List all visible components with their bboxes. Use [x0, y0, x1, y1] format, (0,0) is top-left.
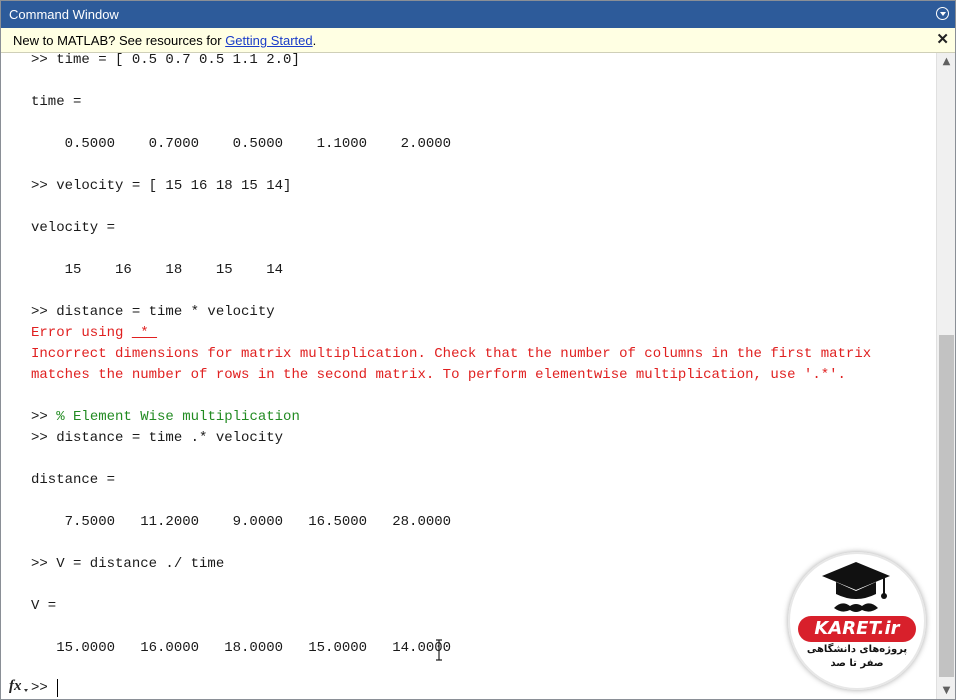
- console-line-output: time =: [31, 94, 82, 110]
- console-line-output: velocity =: [31, 220, 116, 236]
- watermark-tagline-2: صفر تا صد: [830, 658, 884, 669]
- function-browser-arrow-icon: [24, 689, 28, 692]
- error-source-link[interactable]: *: [132, 325, 157, 341]
- console-line-output: 0.5000 0.7000 0.5000 1.1000 2.0000: [31, 136, 452, 152]
- comment-text: % Element Wise multiplication: [56, 409, 300, 425]
- vertical-scrollbar[interactable]: ▲ ▼: [936, 53, 955, 699]
- text-caret: [57, 679, 58, 697]
- console-line-input: >> V = distance ./ time: [31, 556, 225, 572]
- graduation-cap-icon: [822, 562, 890, 612]
- console-lines: >> time = [ 0.5 0.7 0.5 1.1 2.0] time = 0…: [31, 53, 871, 659]
- banner-suffix: .: [312, 33, 317, 48]
- panel-actions-icon[interactable]: [936, 7, 949, 20]
- command-window: Command Window New to MATLAB? See resour…: [0, 0, 956, 700]
- console-line-output: distance =: [31, 472, 116, 488]
- command-prompt-row[interactable]: fx >>: [1, 677, 936, 699]
- scrollbar-thumb[interactable]: [939, 335, 954, 677]
- getting-started-link[interactable]: Getting Started: [225, 33, 312, 48]
- prompt-prefix: >>: [31, 409, 57, 425]
- console-line-input: >> time = [ 0.5 0.7 0.5 1.1 2.0]: [31, 53, 300, 68]
- console-line-error: Incorrect dimensions for matrix multipli…: [31, 346, 872, 362]
- console-line-comment: >> % Element Wise multiplication: [31, 407, 871, 428]
- scroll-down-icon[interactable]: ▼: [941, 685, 952, 696]
- console-line-input: >> distance = time .* velocity: [31, 430, 284, 446]
- function-browser-icon[interactable]: fx: [9, 678, 22, 695]
- close-banner-icon[interactable]: ✕: [936, 30, 949, 48]
- getting-started-banner: New to MATLAB? See resources for Getting…: [1, 28, 955, 53]
- console-line-output: 15.0000 16.0000 18.0000 15.0000 14.0000: [31, 640, 452, 656]
- prompt-symbol: >>: [31, 680, 48, 696]
- watermark-brand: KARET.ir: [798, 616, 916, 642]
- console-line-input: >> velocity = [ 15 16 18 15 14]: [31, 178, 292, 194]
- console-line-error-link: Error using *: [31, 323, 871, 344]
- console-line-output: V =: [31, 598, 57, 614]
- watermark-tagline-1: پروژه‌های دانشگاهی: [806, 644, 908, 655]
- console-line-output: 15 16 18 15 14: [31, 262, 284, 278]
- watermark-logo: KARET.ir پروژه‌های دانشگاهی صفر تا صد: [788, 552, 926, 690]
- window-title: Command Window: [9, 7, 119, 22]
- banner-message: New to MATLAB? See resources for Getting…: [13, 33, 316, 48]
- console-line-error: matches the number of rows in the second…: [31, 367, 846, 383]
- error-prefix: Error using: [31, 325, 132, 341]
- banner-text: New to MATLAB? See resources for: [13, 33, 226, 48]
- console-line-input: >> distance = time * velocity: [31, 304, 275, 320]
- console-line-output: 7.5000 11.2000 9.0000 16.5000 28.0000: [31, 514, 452, 530]
- title-bar: Command Window: [1, 1, 955, 28]
- scroll-up-icon[interactable]: ▲: [941, 56, 952, 67]
- ibeam-cursor-icon: [436, 639, 442, 661]
